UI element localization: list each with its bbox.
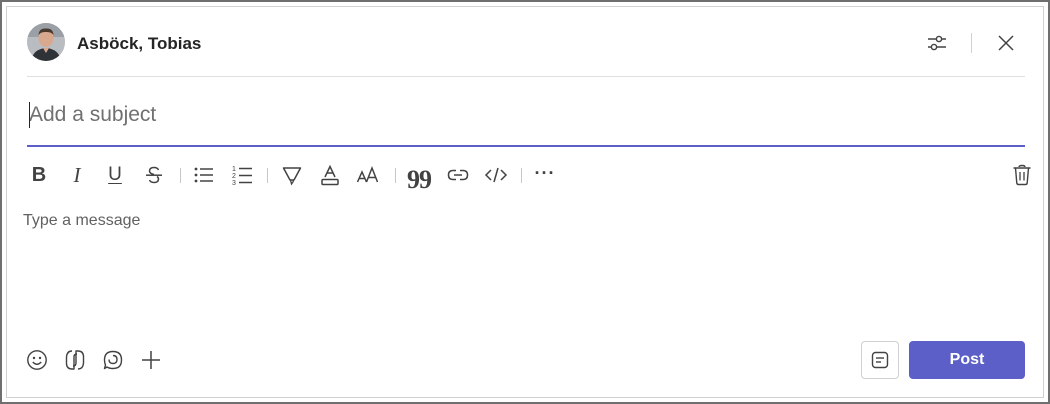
toolbar-divider <box>180 168 181 183</box>
emoji-button[interactable] <box>22 345 52 375</box>
font-size-button[interactable] <box>352 159 384 191</box>
add-attachment-button[interactable] <box>136 345 166 375</box>
highlighter-icon <box>282 167 302 186</box>
format-button[interactable] <box>861 341 899 379</box>
svg-text:1: 1 <box>232 166 236 173</box>
avatar-photo <box>27 23 65 61</box>
subject-input[interactable] <box>27 93 1019 137</box>
avatar[interactable] <box>27 23 65 61</box>
text-caret <box>29 102 30 128</box>
italic-button[interactable]: I <box>61 159 93 191</box>
font-size-icon <box>356 165 379 183</box>
bold-icon: B <box>31 163 47 186</box>
formatting-toolbar: B I U 1 2 3 99 ··· <box>21 159 1041 194</box>
bullet-list-icon <box>194 167 213 183</box>
bold-button[interactable]: B <box>23 159 55 191</box>
underline-icon: U <box>108 164 122 185</box>
post-button[interactable]: Post <box>909 341 1025 379</box>
code-icon <box>484 167 508 183</box>
close-icon <box>998 35 1014 51</box>
more-icon: ··· <box>534 162 556 183</box>
copilot-chat-button[interactable] <box>98 345 128 375</box>
header-divider <box>971 33 972 53</box>
header-divider-line <box>27 76 1025 77</box>
svg-text:2: 2 <box>232 173 236 180</box>
trash-icon <box>1013 164 1031 186</box>
toolbar-divider <box>395 168 396 183</box>
underline-button[interactable]: U <box>99 159 131 191</box>
subject-field[interactable] <box>27 93 1025 147</box>
font-color-button[interactable] <box>314 159 346 191</box>
message-input[interactable]: Type a message <box>23 212 140 230</box>
italic-icon: I <box>73 162 81 187</box>
compose-header: Asböck, Tobias <box>7 7 1043 77</box>
svg-text:3: 3 <box>232 180 236 186</box>
highlight-button[interactable] <box>276 159 308 191</box>
sliders-icon <box>928 35 946 51</box>
link-icon <box>447 169 469 181</box>
loop-icon <box>65 350 85 370</box>
format-icon <box>871 351 889 369</box>
loop-component-button[interactable] <box>60 345 90 375</box>
bulleted-list-button[interactable] <box>188 159 220 191</box>
quote-icon: 99 <box>407 165 432 194</box>
close-button[interactable] <box>990 27 1022 59</box>
quote-button[interactable]: 99 <box>403 159 435 194</box>
more-options-button[interactable]: ··· <box>529 159 561 191</box>
strikethrough-button[interactable] <box>138 159 170 191</box>
numbered-list-icon: 1 2 3 <box>232 166 252 186</box>
copilot-chat-icon <box>103 350 123 370</box>
code-snippet-button[interactable] <box>480 159 512 191</box>
plus-icon <box>142 351 160 369</box>
toolbar-divider <box>267 168 268 183</box>
compose-actions: Post <box>7 341 1043 381</box>
toolbar-divider <box>521 168 522 183</box>
discard-button[interactable] <box>1006 159 1038 191</box>
compose-options-button[interactable] <box>921 27 953 59</box>
strikethrough-icon <box>146 166 162 184</box>
compose-window: Asböck, Tobias B I <box>0 0 1050 404</box>
compose-panel: Asböck, Tobias B I <box>6 6 1044 398</box>
emoji-icon <box>27 350 47 370</box>
numbered-list-button[interactable]: 1 2 3 <box>226 159 258 191</box>
author-name: Asböck, Tobias <box>77 34 202 53</box>
insert-link-button[interactable] <box>442 159 474 191</box>
font-color-icon <box>321 164 339 186</box>
